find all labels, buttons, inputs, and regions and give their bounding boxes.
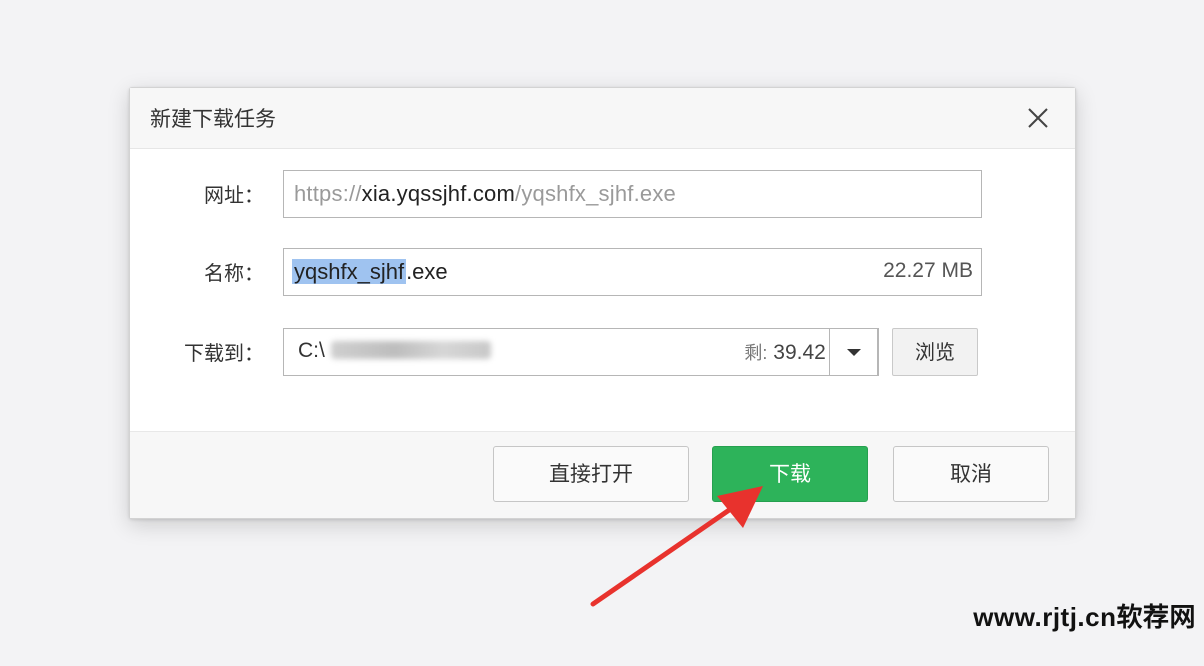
file-size: 22.27 MB [883,259,973,282]
dialog-title: 新建下载任务 [150,107,276,131]
url-value: https://xia.yqssjhf.com/yqshfx_sjhf.exe [294,181,676,207]
filename-selected-text: yqshfx_sjhf [292,259,407,284]
cancel-button[interactable]: 取消 [893,446,1049,502]
url-host: xia.yqssjhf.com [361,181,516,206]
url-input[interactable]: https://xia.yqssjhf.com/yqshfx_sjhf.exe [283,170,982,218]
download-path-input[interactable]: C:\ 剩: 39.42 GB [283,328,879,376]
name-label: 名称： [204,261,264,285]
close-icon[interactable] [1023,103,1053,133]
filename-input[interactable]: yqshfx_sjhf.exe 22.27 MB [283,248,982,296]
browse-button[interactable]: 浏览 [892,328,978,376]
url-label: 网址： [204,183,264,207]
download-path-value: C:\ [298,339,491,363]
new-download-dialog: 新建下载任务 网址： https://xia.yqssjhf.com/yqshf… [129,87,1076,519]
free-space-label: 剩: [744,343,768,363]
url-prefix: https:// [294,181,362,206]
site-watermark: www.rjtj.cn软荐网 [973,602,1196,632]
path-dropdown-button[interactable] [829,328,878,376]
dialog-titlebar: 新建下载任务 [130,88,1075,149]
path-blurred-folder [330,341,491,359]
url-path: /yqshfx_sjhf.exe [515,181,676,206]
path-drive: C:\ [298,339,325,362]
filename-value: yqshfx_sjhf.exe [292,259,448,285]
download-path-label: 下载到： [184,341,264,365]
filename-extension: .exe [406,259,448,284]
chevron-down-icon [847,349,861,356]
annotation-arrow-icon [590,486,763,607]
